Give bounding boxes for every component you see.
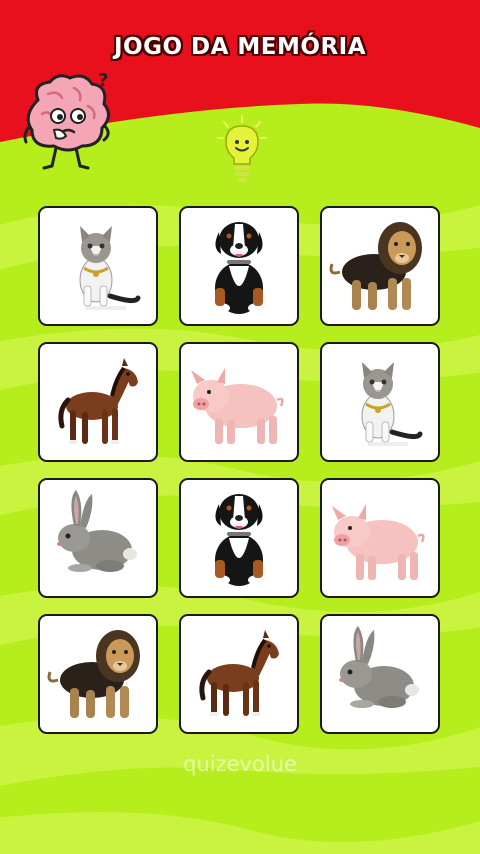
memory-card-horse[interactable] bbox=[179, 614, 299, 734]
lightbulb-icon bbox=[217, 115, 267, 182]
memory-card-rabbit[interactable] bbox=[38, 478, 158, 598]
lion-icon bbox=[47, 630, 140, 718]
memory-card-lion[interactable] bbox=[38, 614, 158, 734]
memory-card-dog[interactable] bbox=[179, 478, 299, 598]
memory-card-pig[interactable] bbox=[320, 478, 440, 598]
memory-card-cat[interactable] bbox=[320, 342, 440, 462]
dog-icon bbox=[212, 222, 266, 314]
memory-card-dog[interactable] bbox=[179, 206, 299, 326]
pig-icon bbox=[332, 504, 425, 580]
lion-icon bbox=[329, 222, 422, 310]
brain-thinking-icon: ? bbox=[23, 70, 110, 170]
memory-card-cat[interactable] bbox=[38, 206, 158, 326]
game-title: JOGO DA MEMÓRIA bbox=[113, 34, 367, 60]
card-grid bbox=[38, 206, 442, 736]
dog-icon bbox=[212, 494, 266, 586]
cat-icon bbox=[361, 362, 423, 446]
memory-card-rabbit[interactable] bbox=[320, 614, 440, 734]
rabbit-icon bbox=[339, 626, 419, 708]
rabbit-icon bbox=[57, 490, 137, 572]
pig-icon bbox=[191, 368, 284, 444]
watermark: quizevolue bbox=[183, 752, 297, 776]
memory-card-lion[interactable] bbox=[320, 206, 440, 326]
horse-icon bbox=[58, 358, 138, 444]
cat-icon bbox=[79, 226, 141, 310]
memory-card-horse[interactable] bbox=[38, 342, 158, 462]
memory-card-pig[interactable] bbox=[179, 342, 299, 462]
horse-icon bbox=[199, 630, 279, 716]
